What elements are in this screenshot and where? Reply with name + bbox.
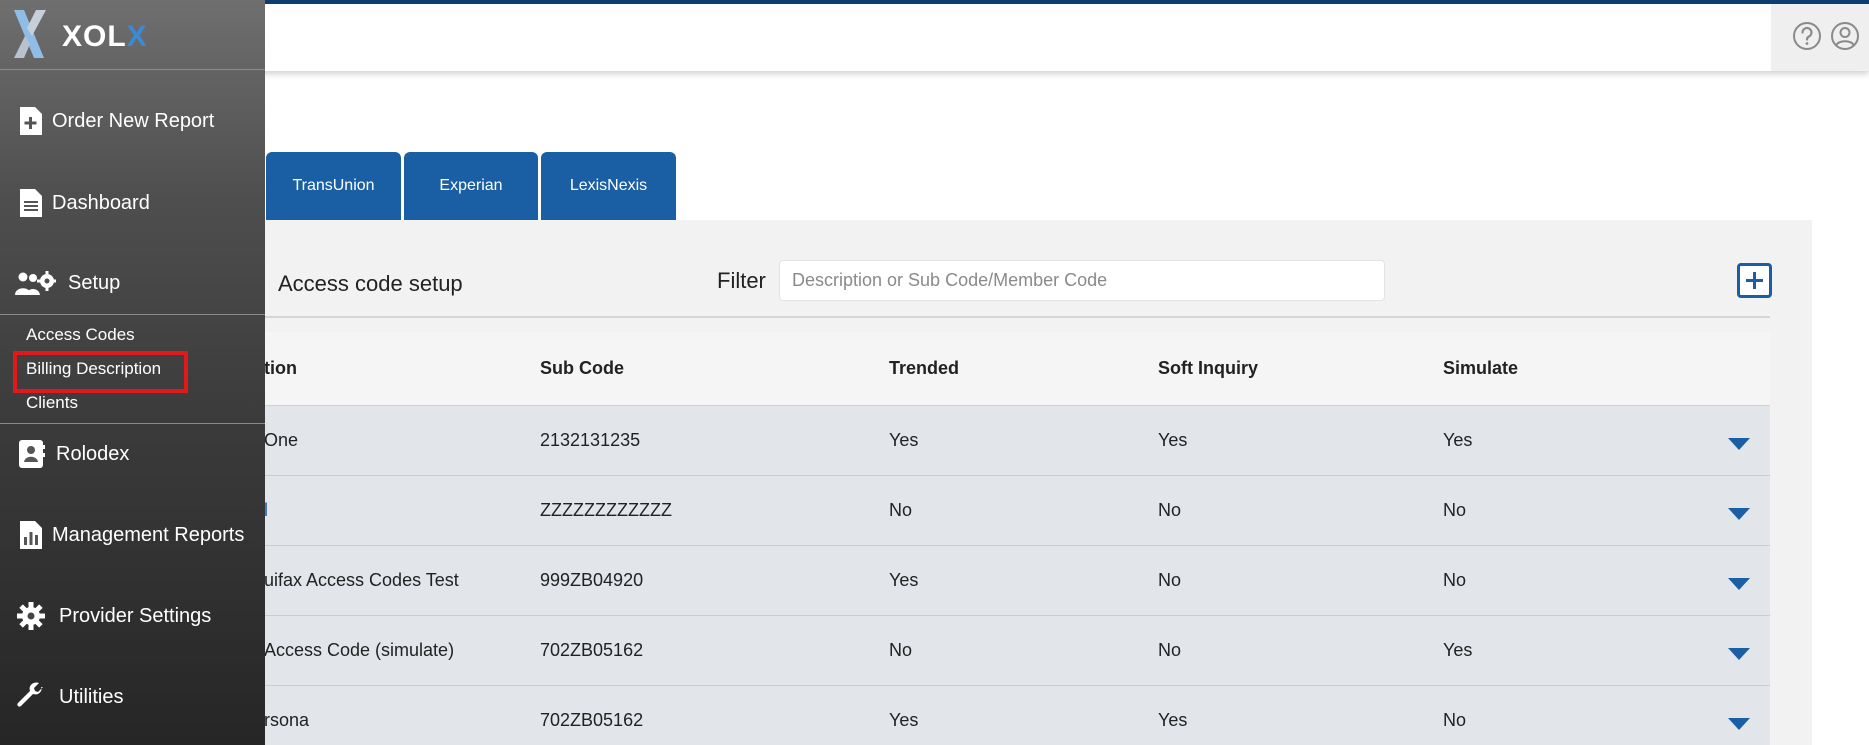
sidebar-item-label: Setup (68, 271, 121, 294)
gear-icon (17, 602, 45, 630)
xolx-logo-icon (14, 10, 46, 58)
row-trended: Yes (889, 430, 919, 450)
logo-bar: XOLX (0, 0, 265, 70)
row-sub-code: 702ZB05162 (540, 640, 644, 660)
sidebar-item-provider-settings[interactable]: Provider Settings (0, 601, 265, 631)
column-header-trended[interactable]: Trended (889, 358, 959, 379)
sidebar-item-label: Utilities (59, 685, 124, 708)
wrench-icon (17, 682, 43, 707)
access-code-panel: Access code setup Filter tion Sub Code T… (264, 220, 1812, 745)
chevron-down-icon[interactable] (1728, 578, 1750, 590)
table-row[interactable]: rsona 702ZB05162 Yes Yes No (264, 686, 1770, 745)
row-simulate: No (1443, 570, 1467, 590)
sidebar-item-label: Management Reports (52, 523, 245, 546)
table-row[interactable]: l ZZZZZZZZZZZZ No No No (264, 476, 1770, 546)
row-soft-inquiry: Yes (1158, 430, 1188, 450)
sidebar-item-setup[interactable]: Setup (0, 268, 265, 298)
logo-text[interactable]: XOLX (62, 20, 148, 54)
document-icon (20, 189, 42, 217)
row-trended: Yes (889, 570, 919, 590)
panel-divider (264, 316, 1770, 318)
bar-chart-file-icon (20, 521, 42, 549)
filter-input[interactable] (779, 260, 1385, 301)
sidebar-item-label: Dashboard (52, 191, 150, 214)
row-description: uifax Access Codes Test (264, 570, 459, 590)
sidebar-item-label: Order New Report (52, 109, 215, 132)
sidebar-item-dashboard[interactable]: Dashboard (0, 188, 265, 218)
row-soft-inquiry: No (1158, 500, 1182, 520)
chevron-down-icon[interactable] (1728, 718, 1750, 730)
table-header: tion Sub Code Trended Soft Inquiry Simul… (264, 332, 1770, 406)
row-soft-inquiry: Yes (1158, 710, 1188, 730)
table-row[interactable]: Access Code (simulate) 702ZB05162 No No … (264, 616, 1770, 686)
column-header-soft-inquiry[interactable]: Soft Inquiry (1158, 358, 1258, 379)
tab-experian[interactable]: Experian (404, 152, 538, 220)
sidebar-item-order-new-report[interactable]: Order New Report (0, 106, 265, 136)
row-sub-code: 999ZB04920 (540, 570, 644, 590)
logo-text-accent: X (126, 20, 148, 53)
column-header-description[interactable]: tion (264, 358, 297, 379)
file-plus-icon (20, 107, 42, 135)
tab-transunion[interactable]: TransUnion (266, 152, 401, 220)
header-actions (1771, 4, 1869, 71)
row-description: Access Code (simulate) (264, 640, 455, 660)
row-trended: No (889, 500, 913, 520)
column-header-simulate[interactable]: Simulate (1443, 358, 1518, 379)
chevron-down-icon[interactable] (1728, 648, 1750, 660)
row-soft-inquiry: No (1158, 570, 1182, 590)
row-sub-code: 2132131235 (540, 430, 641, 450)
row-description: One (264, 430, 299, 450)
sidebar-item-label: Provider Settings (59, 604, 212, 627)
add-access-code-button[interactable] (1737, 263, 1772, 298)
setup-divider (0, 314, 265, 315)
contact-book-icon (19, 440, 45, 468)
column-header-sub-code[interactable]: Sub Code (540, 358, 624, 379)
table-row[interactable]: uifax Access Codes Test 999ZB04920 Yes N… (264, 546, 1770, 616)
row-soft-inquiry: No (1158, 640, 1182, 660)
help-circle-icon[interactable] (1792, 21, 1822, 51)
sidebar-item-label: Rolodex (56, 442, 130, 465)
chevron-down-icon[interactable] (1728, 508, 1750, 520)
filter-label: Filter (717, 268, 766, 293)
row-simulate: Yes (1443, 640, 1473, 660)
row-simulate: No (1443, 710, 1467, 730)
row-simulate: No (1443, 500, 1467, 520)
setup-sub-divider (0, 423, 265, 424)
table-row[interactable]: One 2132131235 Yes Yes Yes (264, 406, 1770, 476)
tab-lexisnexis[interactable]: LexisNexis (541, 152, 676, 220)
row-sub-code: 702ZB05162 (540, 710, 644, 730)
row-trended: No (889, 640, 913, 660)
logo-text-main: XOL (62, 20, 127, 53)
highlight-box (13, 351, 188, 393)
row-simulate: Yes (1443, 430, 1473, 450)
panel-title: Access code setup (278, 271, 463, 296)
sidebar-subitem-access-codes[interactable]: Access Codes (26, 325, 135, 345)
chevron-down-icon[interactable] (1728, 438, 1750, 450)
row-description: rsona (264, 710, 310, 730)
sidebar: XOLX Order New Report Dashboard Setup Ac… (0, 0, 265, 745)
top-header (0, 4, 1869, 71)
sidebar-item-utilities[interactable]: Utilities (0, 682, 265, 712)
sidebar-item-rolodex[interactable]: Rolodex (0, 439, 265, 469)
sidebar-item-management-reports[interactable]: Management Reports (0, 520, 265, 550)
users-gear-icon (15, 271, 56, 295)
row-trended: Yes (889, 710, 919, 730)
row-sub-code: ZZZZZZZZZZZZ (540, 500, 672, 520)
provider-tabs: TransUnion Experian LexisNexis (266, 152, 679, 220)
access-code-table: tion Sub Code Trended Soft Inquiry Simul… (264, 332, 1770, 745)
user-circle-icon[interactable] (1830, 21, 1860, 51)
sidebar-subitem-clients[interactable]: Clients (26, 393, 78, 413)
